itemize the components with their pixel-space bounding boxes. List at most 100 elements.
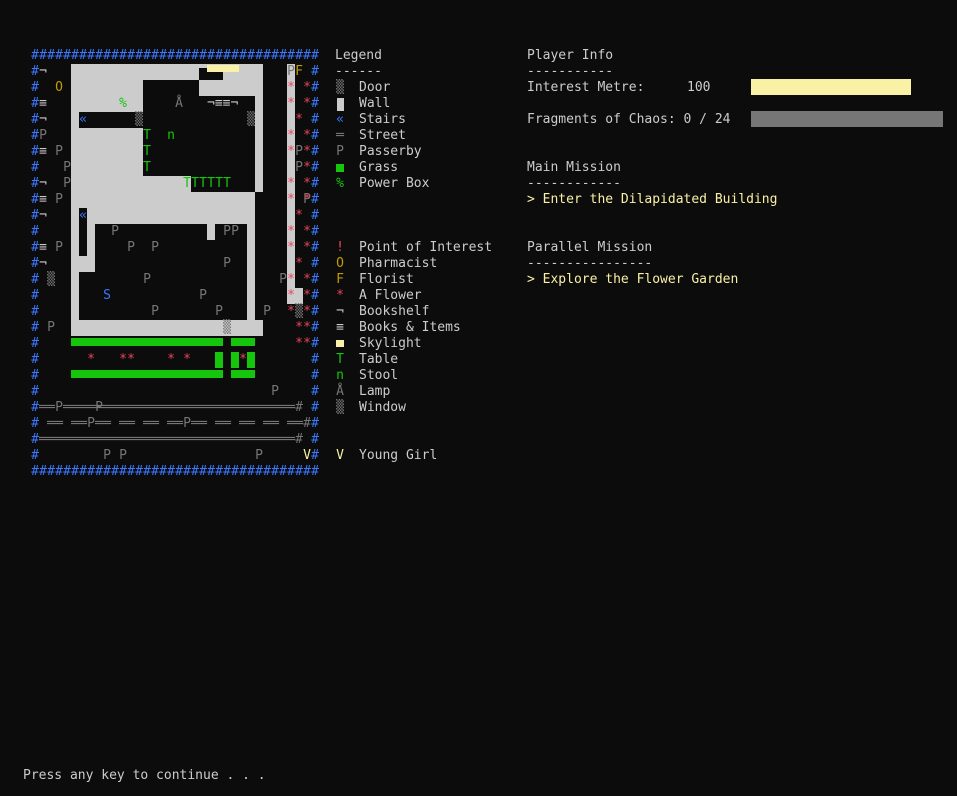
bookshelf-icon: ≡: [39, 192, 47, 207]
street-tile: ═: [119, 432, 127, 447]
continue-prompt[interactable]: Press any key to continue . . .: [23, 768, 266, 784]
map-border: #: [55, 464, 63, 479]
map-border: #: [311, 240, 319, 255]
map-border: #: [95, 464, 103, 479]
map-border: #: [103, 464, 111, 479]
street-tile: ═: [135, 432, 143, 447]
grass-strip: [215, 352, 223, 368]
map-border: #: [39, 48, 47, 63]
map-border: #: [311, 64, 319, 79]
street-tile: ═: [151, 400, 159, 415]
legend-label: A Flower: [359, 288, 422, 303]
street-tile: ═: [103, 416, 111, 431]
map-border: #: [87, 464, 95, 479]
map-border: #: [151, 464, 159, 479]
window-icon: ▒: [47, 272, 55, 287]
map-border: #: [311, 256, 319, 271]
map-border: #: [31, 336, 39, 351]
map-border: #: [39, 464, 47, 479]
street-tile: ═: [239, 400, 247, 415]
map-border: #: [31, 256, 39, 271]
passerby-icon: P: [55, 192, 63, 207]
grass-strip: [247, 352, 255, 368]
street-tile: ═: [87, 432, 95, 447]
map-border: #: [311, 416, 319, 431]
map-border: #: [311, 336, 319, 351]
map-border: #: [311, 448, 319, 463]
legend-label: Street: [359, 128, 406, 143]
map-border: #: [231, 464, 239, 479]
street-tile: ═: [287, 416, 295, 431]
grass-strip: [231, 352, 239, 368]
street-tile: ═: [167, 416, 175, 431]
map-border: #: [159, 464, 167, 479]
main-mission-text: > Enter the Dilapidated Building: [527, 192, 778, 207]
street-tile: ═: [119, 400, 127, 415]
map-border: #: [207, 48, 215, 63]
map-border: #: [287, 48, 295, 63]
map-border: #: [111, 48, 119, 63]
flower-icon: *: [303, 160, 311, 175]
street-tile: ═: [151, 432, 159, 447]
map-border: #: [31, 368, 39, 383]
room-interior: [255, 192, 263, 320]
florist-icon: F: [336, 272, 344, 287]
passerby-icon: P: [103, 448, 111, 463]
map-border: #: [311, 304, 319, 319]
parallel-mission-underline: ----------------: [527, 256, 653, 271]
street-tile: ═: [223, 432, 231, 447]
street-tile: ═: [287, 400, 295, 415]
corridor: [79, 112, 143, 128]
map-border: #: [87, 48, 95, 63]
map-border: #: [311, 160, 319, 175]
street-tile: ═: [263, 432, 271, 447]
passerby-icon: P: [199, 288, 207, 303]
map-border: #: [239, 464, 247, 479]
street-tile: ═: [271, 416, 279, 431]
map-border: #: [31, 80, 39, 95]
pharmacist-icon: O: [55, 80, 63, 95]
map-border: #: [143, 464, 151, 479]
grass-strip: [71, 370, 223, 378]
street-tile: ═: [279, 400, 287, 415]
bookshelf-icon: ¬≡≡¬: [207, 96, 238, 112]
street-tile: ═: [159, 400, 167, 415]
map-border: #: [215, 48, 223, 63]
legend-label: Passerby: [359, 144, 422, 159]
map-border: #: [127, 48, 135, 63]
street-tile: ═: [111, 400, 119, 415]
legend-label: Florist: [359, 272, 414, 287]
street-tile: ═: [271, 400, 279, 415]
power-box-icon: %: [119, 96, 127, 111]
passerby-icon: P: [263, 304, 271, 319]
legend-label: Skylight: [359, 336, 422, 351]
table-icon: T: [223, 176, 231, 191]
street-tile: ═: [135, 400, 143, 415]
window-icon: ▒: [135, 112, 143, 127]
street-tile: ═: [271, 432, 279, 447]
map-border: #: [311, 384, 319, 399]
map-border: #: [239, 48, 247, 63]
flower-icon: *: [127, 352, 135, 367]
street-tile: #: [295, 400, 303, 415]
street-tile: ═: [183, 400, 191, 415]
street-tile: ═: [79, 432, 87, 447]
map-border: #: [311, 144, 319, 159]
flower-icon: *: [295, 208, 303, 223]
books-items-icon: ≡: [336, 320, 344, 335]
map-border: #: [223, 48, 231, 63]
street-tile: ═: [175, 400, 183, 415]
pharmacist-icon: O: [336, 256, 344, 271]
map-border: #: [31, 432, 39, 447]
map-border: #: [31, 464, 39, 479]
map-border: #: [31, 320, 39, 335]
street-tile: ═: [55, 432, 63, 447]
map-border: #: [143, 48, 151, 63]
table-icon: T: [191, 176, 199, 191]
map-border: #: [199, 48, 207, 63]
flower-icon: *: [303, 272, 311, 287]
map-border: #: [31, 48, 39, 63]
flower-icon: *: [239, 352, 247, 367]
street-tile: ═: [47, 416, 55, 431]
map-border: #: [263, 48, 271, 63]
